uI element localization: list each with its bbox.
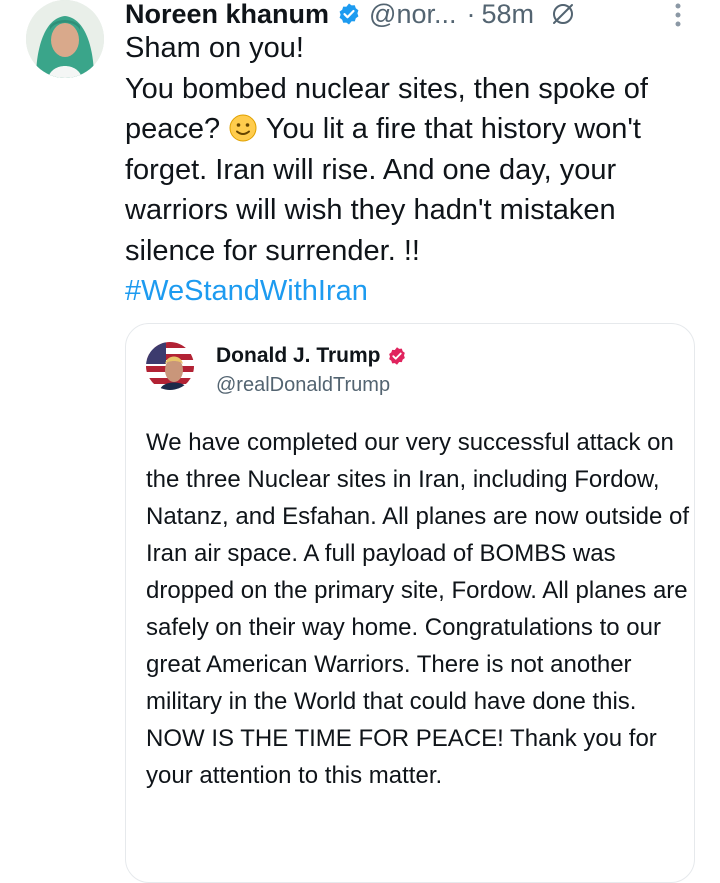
tweet-text-body: You bombed nuclear sites, then spoke of … — [125, 69, 710, 272]
grok-icon[interactable] — [550, 1, 576, 27]
timestamp[interactable]: 58m — [482, 0, 535, 30]
tweet-text-line1: Sham on you! — [125, 32, 304, 64]
author-name[interactable]: Noreen khanum — [125, 0, 329, 30]
hashtag-link[interactable]: #WeStandWithIran — [125, 271, 710, 312]
quoted-author-handle[interactable]: @realDonaldTrump — [216, 374, 390, 397]
more-options-icon[interactable] — [674, 2, 682, 28]
quoted-tweet-card[interactable]: Donald J. Trump @realDonaldTrump We have… — [125, 323, 695, 883]
verified-badge-icon — [339, 3, 359, 25]
tweet-text: Sham on you! You bombed nuclear sites, t… — [125, 28, 710, 312]
tweet-header: Noreen khanum @nor... · 58m — [125, 0, 715, 30]
author-avatar[interactable] — [26, 0, 104, 78]
slightly-smiling-face-emoji — [229, 114, 257, 142]
separator-dot: · — [466, 0, 476, 29]
quoted-author-name[interactable]: Donald J. Trump — [216, 344, 381, 368]
quoted-author-avatar[interactable] — [146, 342, 194, 390]
verified-badge-icon — [388, 347, 405, 365]
quoted-tweet-text: We have completed our very successful at… — [146, 429, 690, 789]
quoted-name-row: Donald J. Trump — [216, 344, 407, 368]
author-handle[interactable]: @nor... — [369, 0, 456, 30]
